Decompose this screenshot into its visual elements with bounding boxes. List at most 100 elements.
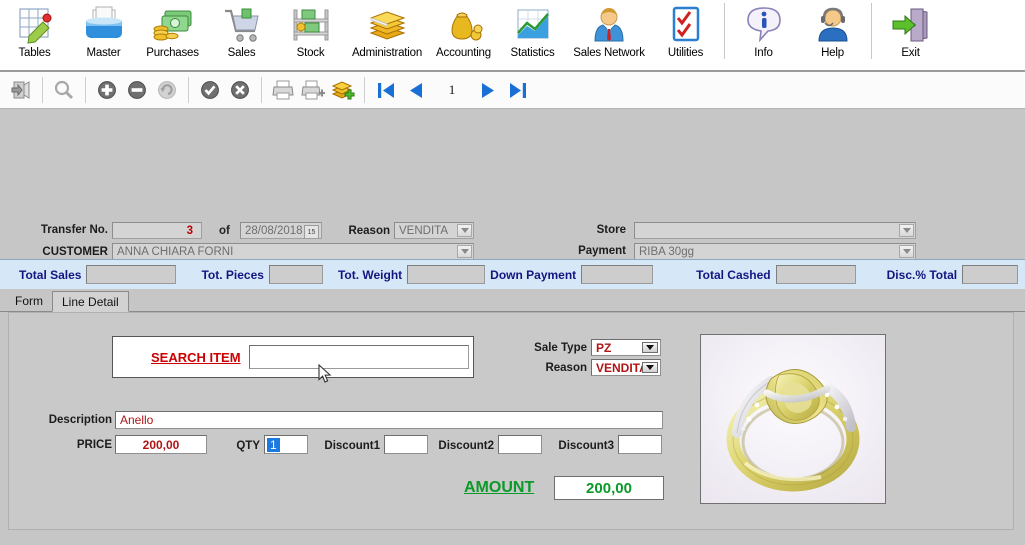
- toolbar-label: Exit: [901, 47, 920, 59]
- toolbar-button-sales[interactable]: Sales: [207, 0, 276, 68]
- nav-group-edit: [86, 75, 188, 105]
- books-stack-icon: [365, 5, 409, 45]
- store-combo[interactable]: [634, 222, 916, 239]
- chevron-down-icon[interactable]: [642, 342, 658, 353]
- item-image-frame[interactable]: [700, 334, 886, 504]
- price-label: PRICE: [76, 439, 112, 451]
- price-field[interactable]: 200,00: [115, 435, 207, 454]
- tot-pieces-label: Tot. Pieces: [201, 267, 264, 282]
- undo-record-icon[interactable]: [152, 76, 182, 104]
- print-icon[interactable]: [268, 76, 298, 104]
- businessman-icon: [587, 5, 631, 45]
- exit-form-icon[interactable]: [6, 76, 36, 104]
- total-cashed-field[interactable]: [775, 265, 856, 284]
- tab-form[interactable]: Form: [6, 290, 52, 311]
- toolbar-button-help[interactable]: Help: [798, 0, 867, 68]
- add-record-icon[interactable]: [92, 76, 122, 104]
- total-sales-field[interactable]: [86, 265, 177, 284]
- customer-combo[interactable]: ANNA CHIARA FORNI: [112, 243, 474, 260]
- headset-support-icon: [811, 5, 855, 45]
- toolbar-label: Administration: [351, 47, 423, 59]
- reason-combo[interactable]: VENDITA: [394, 222, 474, 239]
- transfer-date-field[interactable]: 28/08/2018 15: [240, 222, 322, 239]
- toolbar-button-master[interactable]: Master: [69, 0, 138, 68]
- toolbar-label: Stock: [296, 47, 325, 59]
- chevron-down-icon[interactable]: [899, 224, 914, 237]
- next-record-icon[interactable]: [473, 76, 503, 104]
- toolbar-button-info[interactable]: Info: [729, 0, 798, 68]
- print-preview-icon[interactable]: [298, 76, 328, 104]
- toolbar-divider: [724, 3, 725, 59]
- main-toolbar: Tables Master Purchases Sales Stock Admi…: [0, 0, 1025, 72]
- warehouse-shelf-icon: [289, 5, 333, 45]
- toolbar-label: Utilities: [667, 47, 704, 59]
- exit-door-icon: [889, 5, 933, 45]
- delete-record-icon[interactable]: [122, 76, 152, 104]
- reason-value: VENDITA: [399, 224, 448, 237]
- line-reason-label: Reason: [545, 362, 587, 374]
- nav-group-exit: [0, 75, 42, 105]
- reason-label: Reason: [348, 225, 390, 237]
- toolbar-button-utilities[interactable]: Utilities: [651, 0, 720, 68]
- toolbar-button-exit[interactable]: Exit: [876, 0, 945, 68]
- money-cash-icon: [151, 5, 195, 45]
- sale-type-combo[interactable]: PZ: [591, 339, 661, 356]
- toolbar-button-purchases[interactable]: Purchases: [138, 0, 207, 68]
- checklist-clipboard-icon: [664, 5, 708, 45]
- confirm-ok-icon[interactable]: [195, 76, 225, 104]
- payment-combo[interactable]: RIBA 30gg: [634, 243, 916, 260]
- description-field[interactable]: Anello: [115, 411, 663, 429]
- tot-pieces-field[interactable]: [268, 265, 323, 284]
- current-page-number[interactable]: 1: [431, 82, 473, 98]
- previous-record-icon[interactable]: [401, 76, 431, 104]
- search-magnifier-icon[interactable]: [49, 76, 79, 104]
- document-header-form: Transfer No. 3 of 28/08/2018 15 Reason V…: [0, 109, 1025, 361]
- calendar-icon[interactable]: 15: [304, 225, 319, 238]
- amount-field: 200,00: [554, 476, 664, 500]
- print-report-icon[interactable]: [328, 76, 358, 104]
- tot-weight-label: Tot. Weight: [337, 267, 403, 282]
- last-record-icon[interactable]: [503, 76, 533, 104]
- search-item-link[interactable]: SEARCH ITEM: [151, 350, 241, 365]
- sale-type-label: Sale Type: [534, 342, 587, 354]
- qty-value: 1: [267, 437, 280, 452]
- chevron-down-icon[interactable]: [642, 362, 658, 373]
- transfer-date-value: 28/08/2018: [245, 224, 303, 237]
- discount1-field[interactable]: [384, 435, 428, 454]
- disc-total-field[interactable]: [962, 265, 1019, 284]
- toolbar-button-tables[interactable]: Tables: [0, 0, 69, 68]
- discount3-field[interactable]: [618, 435, 662, 454]
- toolbar-button-sales-network[interactable]: Sales Network: [567, 0, 651, 68]
- discount2-field[interactable]: [498, 435, 542, 454]
- down-payment-field[interactable]: [581, 265, 654, 284]
- first-record-icon[interactable]: [371, 76, 401, 104]
- discount1-label: Discount1: [324, 440, 380, 452]
- line-reason-value: VENDITA: [596, 360, 648, 375]
- toolbar-button-stock[interactable]: Stock: [276, 0, 345, 68]
- tab-line-detail[interactable]: Line Detail: [52, 291, 129, 312]
- money-bag-icon: [442, 5, 486, 45]
- card-file-box-icon: [82, 5, 126, 45]
- chevron-down-icon[interactable]: [899, 245, 914, 258]
- toolbar-label: Master: [86, 47, 121, 59]
- transfer-no-field[interactable]: 3: [112, 222, 202, 239]
- cancel-x-icon[interactable]: [225, 76, 255, 104]
- toolbar-button-accounting[interactable]: Accounting: [429, 0, 498, 68]
- chart-graph-icon: [511, 5, 555, 45]
- toolbar-label: Help: [821, 47, 844, 59]
- search-item-input[interactable]: [248, 345, 469, 369]
- toolbar-label: Sales: [227, 47, 256, 59]
- tot-weight-field[interactable]: [407, 265, 486, 284]
- line-reason-combo[interactable]: VENDITA: [591, 359, 661, 376]
- description-label: Description: [48, 414, 112, 426]
- toolbar-label: Tables: [18, 47, 51, 59]
- qty-field[interactable]: 1: [264, 435, 308, 454]
- toolbar-label: Statistics: [510, 47, 555, 59]
- toolbar-button-administration[interactable]: Administration: [345, 0, 429, 68]
- search-item-box: SEARCH ITEM: [112, 336, 474, 378]
- tables-grid-icon: [13, 5, 57, 45]
- customer-label: CUSTOMER: [42, 246, 108, 258]
- chevron-down-icon[interactable]: [457, 224, 472, 237]
- chevron-down-icon[interactable]: [457, 245, 472, 258]
- toolbar-button-statistics[interactable]: Statistics: [498, 0, 567, 68]
